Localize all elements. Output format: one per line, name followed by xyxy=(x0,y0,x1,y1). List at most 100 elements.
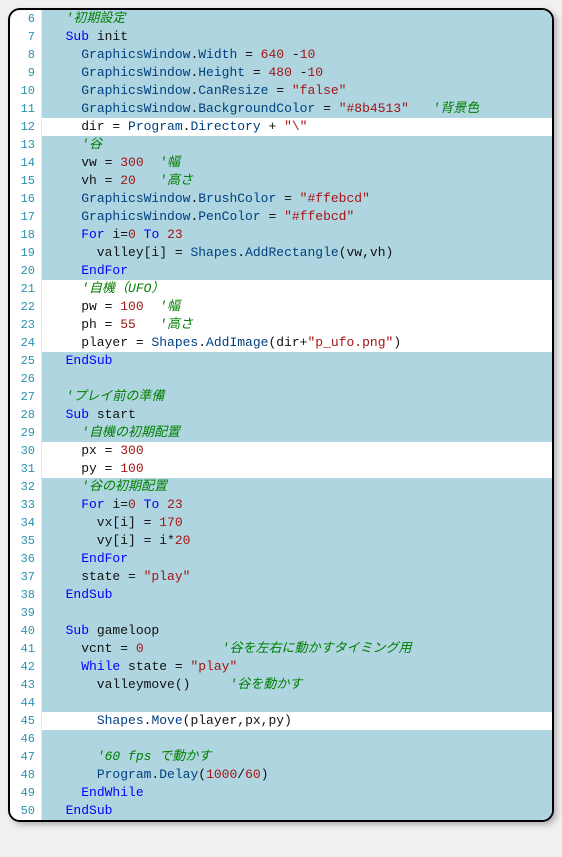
code-line[interactable]: 20 EndFor xyxy=(10,262,552,280)
code-line[interactable]: 16 GraphicsWindow.BrushColor = "#ffebcd" xyxy=(10,190,552,208)
code-content[interactable]: '自機の初期配置 xyxy=(42,424,180,442)
code-content[interactable]: 'プレイ前の準備 xyxy=(42,388,164,406)
code-line[interactable]: 38 EndSub xyxy=(10,586,552,604)
code-content[interactable]: valleymove() '谷を動かす xyxy=(42,676,302,694)
code-content[interactable]: '初期設定 xyxy=(42,10,125,28)
code-line[interactable]: 12 dir = Program.Directory + "\" xyxy=(10,118,552,136)
code-line[interactable]: 26 xyxy=(10,370,552,388)
code-line[interactable]: 48 Program.Delay(1000/60) xyxy=(10,766,552,784)
code-content[interactable]: For i=0 To 23 xyxy=(42,496,183,514)
token-com: '初期設定 xyxy=(66,11,126,26)
token-num: 170 xyxy=(159,515,182,530)
code-line[interactable]: 18 For i=0 To 23 xyxy=(10,226,552,244)
code-line[interactable]: 40 Sub gameloop xyxy=(10,622,552,640)
code-content[interactable]: state = "play" xyxy=(42,568,190,586)
code-content[interactable]: vw = 300 '幅 xyxy=(42,154,180,172)
code-content[interactable]: Shapes.Move(player,px,py) xyxy=(42,712,292,730)
code-content[interactable]: vh = 20 '高さ xyxy=(42,172,193,190)
code-line[interactable]: 7 Sub init xyxy=(10,28,552,46)
token-prop: CanResize xyxy=(198,83,268,98)
code-content[interactable]: GraphicsWindow.Height = 480 -10 xyxy=(42,64,323,82)
code-line[interactable]: 6 '初期設定 xyxy=(10,10,552,28)
code-line[interactable]: 14 vw = 300 '幅 xyxy=(10,154,552,172)
code-line[interactable]: 8 GraphicsWindow.Width = 640 -10 xyxy=(10,46,552,64)
code-line[interactable]: 43 valleymove() '谷を動かす xyxy=(10,676,552,694)
code-content[interactable]: EndWhile xyxy=(42,784,144,802)
code-content[interactable]: Sub init xyxy=(42,28,128,46)
code-line[interactable]: 50 EndSub xyxy=(10,802,552,820)
code-content[interactable]: GraphicsWindow.CanResize = "false" xyxy=(42,82,346,100)
code-line[interactable]: 30 px = 300 xyxy=(10,442,552,460)
code-content[interactable] xyxy=(42,604,50,622)
code-line[interactable]: 45 Shapes.Move(player,px,py) xyxy=(10,712,552,730)
code-content[interactable] xyxy=(42,370,50,388)
code-line[interactable]: 23 ph = 55 '高さ xyxy=(10,316,552,334)
code-content[interactable]: For i=0 To 23 xyxy=(42,226,183,244)
code-line[interactable]: 49 EndWhile xyxy=(10,784,552,802)
code-line[interactable]: 10 GraphicsWindow.CanResize = "false" xyxy=(10,82,552,100)
code-line[interactable]: 36 EndFor xyxy=(10,550,552,568)
code-content[interactable]: dir = Program.Directory + "\" xyxy=(42,118,307,136)
code-line[interactable]: 35 vy[i] = i*20 xyxy=(10,532,552,550)
code-content[interactable] xyxy=(42,694,50,712)
code-content[interactable]: Sub gameloop xyxy=(42,622,159,640)
code-line[interactable]: 11 GraphicsWindow.BackgroundColor = "#8b… xyxy=(10,100,552,118)
code-line[interactable]: 19 valley[i] = Shapes.AddRectangle(vw,vh… xyxy=(10,244,552,262)
code-line[interactable]: 17 GraphicsWindow.PenColor = "#ffebcd" xyxy=(10,208,552,226)
code-content[interactable]: Program.Delay(1000/60) xyxy=(42,766,269,784)
token-prop: Program xyxy=(97,767,152,782)
code-line[interactable]: 44 xyxy=(10,694,552,712)
code-content[interactable]: vx[i] = 170 xyxy=(42,514,183,532)
code-line[interactable]: 47 '60 fps で動かす xyxy=(10,748,552,766)
code-content[interactable]: EndFor xyxy=(42,550,128,568)
code-content[interactable]: py = 100 xyxy=(42,460,144,478)
code-content[interactable]: '谷 xyxy=(42,136,102,154)
code-line[interactable]: 25 EndSub xyxy=(10,352,552,370)
code-content[interactable]: EndFor xyxy=(42,262,128,280)
code-content[interactable]: GraphicsWindow.PenColor = "#ffebcd" xyxy=(42,208,354,226)
code-line[interactable]: 37 state = "play" xyxy=(10,568,552,586)
token-com: '高さ xyxy=(159,317,193,332)
code-line[interactable]: 32 '谷の初期配置 xyxy=(10,478,552,496)
code-content[interactable]: '60 fps で動かす xyxy=(42,748,211,766)
code-line[interactable]: 27 'プレイ前の準備 xyxy=(10,388,552,406)
code-content[interactable]: '自機（UFO） xyxy=(42,280,164,298)
code-line[interactable]: 34 vx[i] = 170 xyxy=(10,514,552,532)
code-line[interactable]: 46 xyxy=(10,730,552,748)
line-number: 8 xyxy=(10,46,42,64)
code-content[interactable]: vcnt = 0 '谷を左右に動かすタイミング用 xyxy=(42,640,411,658)
code-content[interactable]: EndSub xyxy=(42,802,112,820)
code-line[interactable]: 41 vcnt = 0 '谷を左右に動かすタイミング用 xyxy=(10,640,552,658)
line-number: 18 xyxy=(10,226,42,244)
code-line[interactable]: 9 GraphicsWindow.Height = 480 -10 xyxy=(10,64,552,82)
code-content[interactable]: GraphicsWindow.Width = 640 -10 xyxy=(42,46,315,64)
code-line[interactable]: 31 py = 100 xyxy=(10,460,552,478)
code-content[interactable]: EndSub xyxy=(42,586,112,604)
token-txt xyxy=(144,641,222,656)
code-content[interactable]: '谷の初期配置 xyxy=(42,478,167,496)
code-line[interactable]: 13 '谷 xyxy=(10,136,552,154)
code-line[interactable]: 42 While state = "play" xyxy=(10,658,552,676)
code-content[interactable]: EndSub xyxy=(42,352,112,370)
code-line[interactable]: 28 Sub start xyxy=(10,406,552,424)
code-line[interactable]: 39 xyxy=(10,604,552,622)
code-content[interactable] xyxy=(42,730,50,748)
code-content[interactable]: GraphicsWindow.BrushColor = "#ffebcd" xyxy=(42,190,370,208)
code-content[interactable]: ph = 55 '高さ xyxy=(42,316,193,334)
code-content[interactable]: Sub start xyxy=(42,406,136,424)
code-content[interactable]: While state = "play" xyxy=(42,658,237,676)
code-content[interactable]: valley[i] = Shapes.AddRectangle(vw,vh) xyxy=(42,244,393,262)
code-content[interactable]: px = 300 xyxy=(42,442,144,460)
code-line[interactable]: 22 pw = 100 '幅 xyxy=(10,298,552,316)
code-line[interactable]: 15 vh = 20 '高さ xyxy=(10,172,552,190)
code-content[interactable]: pw = 100 '幅 xyxy=(42,298,180,316)
code-content[interactable]: GraphicsWindow.BackgroundColor = "#8b451… xyxy=(42,100,479,118)
code-line[interactable]: 33 For i=0 To 23 xyxy=(10,496,552,514)
code-line[interactable]: 24 player = Shapes.AddImage(dir+"p_ufo.p… xyxy=(10,334,552,352)
token-txt xyxy=(50,497,81,512)
code-content[interactable]: vy[i] = i*20 xyxy=(42,532,190,550)
code-line[interactable]: 21 '自機（UFO） xyxy=(10,280,552,298)
code-content[interactable]: player = Shapes.AddImage(dir+"p_ufo.png"… xyxy=(42,334,401,352)
code-editor[interactable]: 6 '初期設定7 Sub init8 GraphicsWindow.Width … xyxy=(8,8,554,822)
code-line[interactable]: 29 '自機の初期配置 xyxy=(10,424,552,442)
